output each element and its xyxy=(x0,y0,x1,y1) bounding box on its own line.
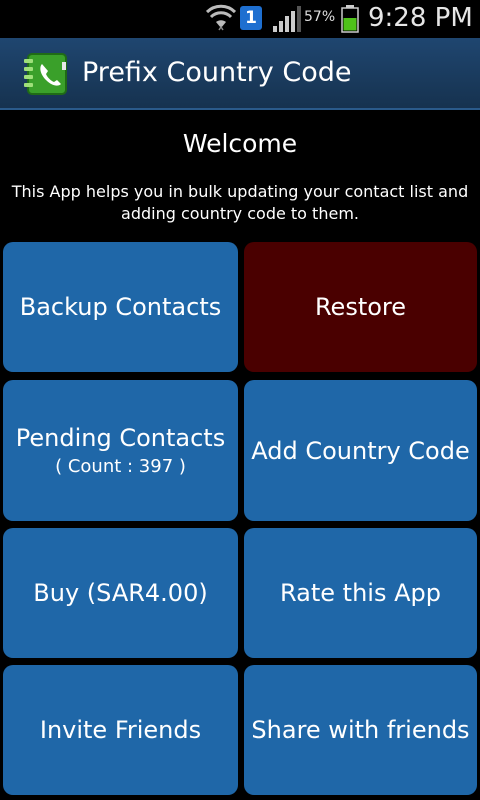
welcome-title: Welcome xyxy=(182,129,298,158)
battery-percent: 57% xyxy=(304,9,336,25)
pending-contacts-label: Pending Contacts xyxy=(15,424,226,452)
app-title: Prefix Country Code xyxy=(82,57,352,88)
share-with-friends-button[interactable]: Share with friends xyxy=(244,665,477,795)
rate-app-label: Rate this App xyxy=(280,579,441,607)
notification-icon: 1 xyxy=(240,6,262,30)
wifi-icon xyxy=(206,4,236,31)
status-time: 9:28 PM xyxy=(368,3,473,33)
add-country-code-label: Add Country Code xyxy=(251,436,470,465)
backup-contacts-button[interactable]: Backup Contacts xyxy=(3,242,238,372)
pending-contacts-button[interactable]: Pending Contacts ( Count : 397 ) xyxy=(3,380,238,521)
restore-label: Restore xyxy=(314,293,407,321)
share-with-friends-label: Share with friends xyxy=(251,716,470,744)
phone-book-icon xyxy=(24,53,67,95)
action-bar: Prefix Country Code xyxy=(0,38,480,110)
invite-friends-label: Invite Friends xyxy=(39,716,202,744)
signal-icon xyxy=(273,6,301,32)
pending-count: ( Count : 397 ) xyxy=(55,456,186,477)
rate-app-button[interactable]: Rate this App xyxy=(244,528,477,658)
buy-button[interactable]: Buy (SAR4.00) xyxy=(3,528,238,658)
status-bar: 1 57% 9:28 PM xyxy=(0,0,480,38)
restore-button[interactable]: Restore xyxy=(244,242,477,372)
invite-friends-button[interactable]: Invite Friends xyxy=(3,665,238,795)
add-country-code-button[interactable]: Add Country Code xyxy=(244,380,477,521)
welcome-description: This App helps you in bulk updating your… xyxy=(11,182,469,223)
backup-contacts-label: Backup Contacts xyxy=(19,293,222,321)
battery-icon xyxy=(341,5,359,33)
buy-label: Buy (SAR4.00) xyxy=(33,579,208,607)
